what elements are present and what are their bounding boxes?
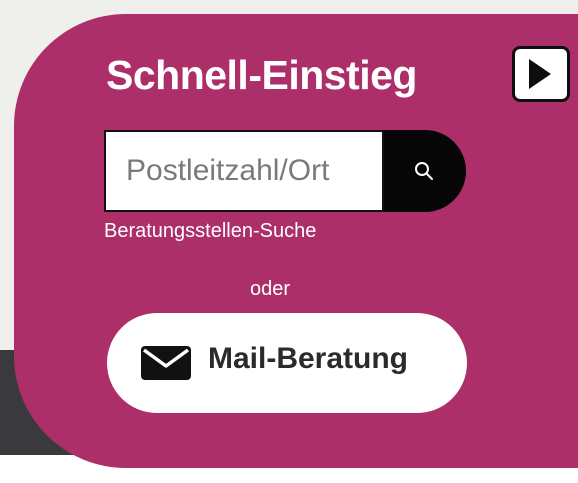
postal-code-input[interactable] (104, 130, 384, 212)
mail-consultation-button[interactable]: Mail-Beratung (107, 313, 467, 413)
separator-text: oder (250, 278, 291, 300)
panel-toggle-button[interactable] (512, 46, 570, 102)
quick-entry-title: Schnell-Einstieg (106, 52, 417, 98)
search-icon (415, 162, 433, 180)
search-caption: Beratungsstellen-Suche (104, 220, 317, 242)
mail-button-label: Mail-Beratung (208, 342, 409, 375)
search-form (104, 130, 466, 212)
search-button[interactable] (384, 130, 466, 212)
play-triangle-icon (529, 59, 551, 89)
envelope-icon (141, 346, 191, 380)
